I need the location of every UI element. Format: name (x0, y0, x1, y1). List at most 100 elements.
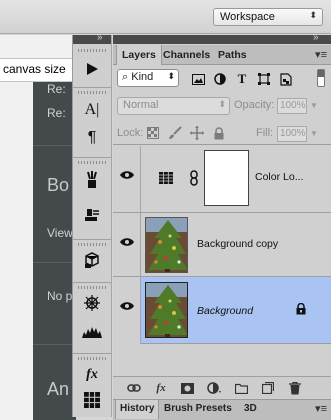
opacity-field[interactable]: 100% (277, 98, 307, 114)
fill-label: Fill: (256, 127, 274, 139)
chevron-updown-icon: ⬍ (218, 99, 226, 109)
character-icon[interactable]: A| (81, 99, 103, 121)
drag-grip[interactable] (78, 357, 106, 360)
blend-mode-label: Normal (123, 99, 159, 111)
lock-position-move-icon[interactable] (190, 126, 204, 140)
chain-link-icon[interactable] (190, 170, 198, 189)
search-icon: ⌕ (122, 71, 129, 83)
drag-grip[interactable] (78, 243, 106, 246)
brush-presets-icon[interactable] (81, 169, 103, 191)
collapse-bar[interactable]: » (73, 32, 111, 44)
tab-channels[interactable]: Channels (158, 45, 215, 65)
divider (33, 145, 76, 146)
lock-image-brush-icon[interactable] (168, 126, 182, 140)
webpage-item[interactable]: Bo (47, 175, 69, 196)
lock-all-icon[interactable] (212, 126, 226, 140)
filter-adjustment-icon[interactable] (212, 71, 228, 87)
layer-thumbnail[interactable] (145, 217, 188, 273)
panel-menu-icon[interactable]: ▾≡ (315, 402, 327, 415)
lock-label: Lock: (117, 127, 144, 139)
webpage-item[interactable]: No p (47, 289, 72, 303)
adjustment-layer-icon[interactable] (207, 381, 221, 395)
layer-row[interactable]: Color Lo... (113, 146, 331, 213)
play-icon[interactable] (81, 58, 103, 80)
webpage-item[interactable]: An (47, 379, 69, 400)
filter-kind-label: Kind (131, 71, 154, 83)
divider (73, 239, 111, 240)
opacity-slider-arrow-icon[interactable]: ▼ (310, 98, 322, 114)
search-input[interactable]: canvas size (0, 58, 76, 82)
visibility-toggle[interactable] (113, 213, 141, 277)
paragraph-icon[interactable]: ¶ (81, 127, 103, 149)
layers-bottom-toolbar: fx (113, 376, 331, 398)
collapse-chevron-icon[interactable]: » (97, 32, 102, 43)
lock-row: Lock: Fill: 100% ▼ (113, 123, 331, 145)
layer-row-selected[interactable]: Background (113, 277, 331, 344)
tab-brush-presets[interactable]: Brush Presets (160, 400, 236, 419)
webpage-item[interactable]: Re: (47, 106, 66, 120)
drag-grip[interactable] (78, 49, 106, 52)
divider (73, 353, 111, 354)
layer-name[interactable]: Background copy (197, 238, 278, 250)
delete-layer-icon[interactable] (288, 381, 302, 395)
layer-name[interactable]: Color Lo... (255, 171, 303, 183)
webpage-sidebar: Re: Re: Bo View No p An (33, 82, 76, 420)
filter-pixel-icon[interactable] (190, 71, 206, 87)
filter-type-icon[interactable]: T (234, 71, 250, 87)
chevron-updown-icon: ⬍ (309, 10, 317, 20)
fx-icon[interactable]: fx (154, 381, 168, 395)
visibility-toggle[interactable] (113, 146, 141, 213)
new-group-icon[interactable] (234, 381, 248, 395)
lock-icon (296, 303, 306, 315)
workspace-dropdown[interactable]: Workspace ⬍ (213, 8, 323, 26)
swatches-icon[interactable] (81, 389, 103, 411)
tab-paths[interactable]: Paths (213, 45, 252, 65)
visibility-toggle[interactable] (113, 277, 141, 344)
navigator-icon[interactable] (81, 292, 103, 314)
3d-icon[interactable] (81, 249, 103, 271)
opacity-label: Opacity: (234, 99, 275, 111)
clone-source-icon[interactable] (81, 205, 103, 227)
tab-3d[interactable]: 3D (240, 400, 261, 419)
tab-history[interactable]: History (115, 400, 160, 419)
eye-icon (120, 171, 134, 179)
drag-grip[interactable] (78, 161, 106, 164)
divider (73, 157, 111, 158)
panel-dock-column: » A| ¶ fx (72, 32, 112, 417)
panel-header[interactable]: » (113, 32, 331, 44)
lock-transparent-icon[interactable] (146, 126, 160, 140)
webpage-item[interactable]: Re: (47, 82, 66, 96)
layer-thumbnail[interactable] (145, 282, 188, 338)
fill-field[interactable]: 100% (277, 126, 307, 142)
webpage-item[interactable]: View (47, 226, 73, 240)
layer-mask-thumbnail[interactable] (204, 150, 249, 206)
new-layer-icon[interactable] (261, 381, 275, 395)
link-layers-icon[interactable] (127, 381, 141, 395)
divider (33, 344, 76, 345)
tab-layers[interactable]: Layers (116, 45, 162, 65)
drag-grip[interactable] (78, 91, 106, 94)
filter-shape-icon[interactable] (256, 71, 272, 87)
layer-filter-row: ⌕ Kind ⬍ T (113, 66, 331, 92)
filter-kind-dropdown[interactable]: ⌕ Kind ⬍ (117, 69, 179, 87)
divider (73, 87, 111, 88)
blend-mode-dropdown[interactable]: Normal ⬍ (117, 97, 230, 115)
add-mask-icon[interactable] (180, 381, 194, 395)
adjustment-table-icon (159, 172, 173, 187)
workspace-label: Workspace (220, 11, 275, 23)
collapse-chevron-icon[interactable]: » (313, 32, 318, 43)
layer-row[interactable]: Background copy (113, 213, 331, 277)
fx-styles-icon[interactable]: fx (81, 364, 103, 386)
drag-grip[interactable] (78, 286, 106, 289)
histogram-icon[interactable] (81, 320, 103, 342)
panel-menu-icon[interactable]: ▾≡ (315, 48, 327, 61)
divider (73, 282, 111, 283)
layer-name[interactable]: Background (197, 305, 253, 317)
filter-smart-object-icon[interactable] (278, 71, 294, 87)
layers-list: Color Lo... Background copy Background (113, 146, 331, 378)
fill-slider-arrow-icon[interactable]: ▼ (310, 126, 322, 142)
divider (33, 262, 76, 263)
filter-toggle-switch[interactable] (317, 69, 325, 87)
bottom-panel-tabs: History Brush Presets 3D ▾≡ (113, 399, 331, 420)
eye-icon (120, 302, 134, 310)
